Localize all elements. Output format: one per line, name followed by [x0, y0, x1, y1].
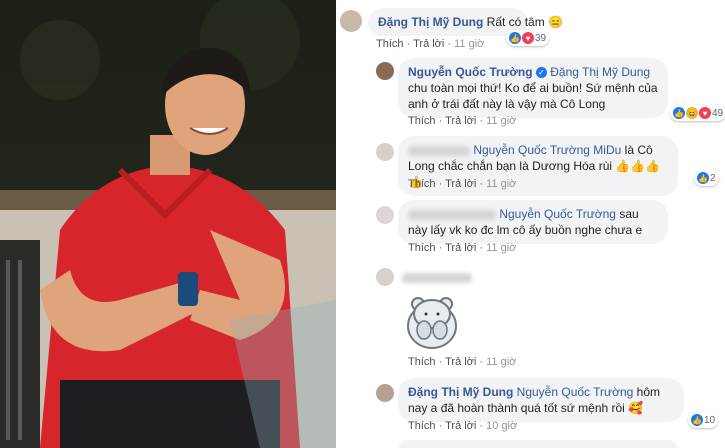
comment-actions: Thích · Trả lời · 10 giờ: [408, 420, 518, 432]
avatar[interactable]: [376, 143, 394, 161]
timestamp[interactable]: 11 giờ: [454, 38, 484, 50]
comment-thread: Đặng Thị Mỹ Dung Rất có tâm 😑 👍 ♥ 39 Thí…: [338, 0, 725, 448]
comment-actions: Thích · Trả lời · 11 giờ: [408, 178, 517, 190]
comment-actions: Thích · Trả lời · 11 giờ: [376, 38, 485, 50]
timestamp[interactable]: 11 giờ: [486, 115, 516, 127]
like-icon: 👍: [509, 32, 521, 44]
reaction-count: 10: [704, 414, 716, 426]
like-button[interactable]: Thích: [408, 420, 436, 432]
comment-actions: Thích · Trả lời · 11 giờ: [408, 115, 517, 127]
profile-photo: [0, 0, 336, 448]
love-icon: ♥: [522, 32, 534, 44]
timestamp[interactable]: 11 giờ: [486, 356, 516, 368]
comment-bubble: Đặng Thị Mỹ Dung Nguyễn Quốc Trường hôm …: [398, 378, 684, 422]
comment-actions: Thích · Trả lời · 11 giờ: [408, 356, 517, 368]
like-button[interactable]: Thích: [408, 242, 436, 254]
comment-text: Rất có tâm: [486, 15, 545, 29]
avatar[interactable]: [376, 206, 394, 224]
mention-link[interactable]: Đặng Thị Mỹ Dung: [550, 65, 650, 79]
like-icon: 👍: [697, 172, 709, 184]
mention-link[interactable]: Nguyễn Quốc Trường: [499, 207, 616, 221]
comment-bubble: [398, 440, 678, 448]
comment-bubble: Nguyễn Quốc Trường sau này lấy vk ko đc …: [398, 200, 668, 244]
bear-sticker: [400, 288, 464, 352]
comment-author[interactable]: Đặng Thị Mỹ Dung: [378, 15, 483, 29]
emoji: 🥰: [628, 401, 644, 415]
comment-author[interactable]: Đặng Thị Mỹ Dung: [408, 385, 513, 399]
reply-button[interactable]: Trả lời: [413, 38, 444, 50]
avatar[interactable]: [376, 62, 394, 80]
like-button[interactable]: Thích: [408, 356, 436, 368]
like-icon: 👍: [691, 414, 703, 426]
reply-button[interactable]: Trả lời: [445, 242, 476, 254]
reaction-summary[interactable]: 👍 10: [688, 412, 719, 428]
reaction-summary[interactable]: 👍 😆 ♥ 49: [670, 105, 725, 121]
reaction-count: 2: [710, 172, 716, 184]
bear-sticker-icon: [407, 297, 457, 349]
emoji: 😑: [548, 15, 563, 29]
timestamp[interactable]: 10 giờ: [486, 420, 517, 432]
hidden-author-name: [408, 209, 496, 220]
avatar[interactable]: [340, 10, 362, 32]
comment-actions: Thích · Trả lời · 11 giờ: [408, 242, 517, 254]
avatar[interactable]: [376, 384, 394, 402]
reply-button[interactable]: Trả lời: [445, 178, 476, 190]
love-icon: ♥: [699, 107, 711, 119]
man-in-red-polo-photo: [0, 0, 336, 448]
haha-icon: 😆: [686, 107, 698, 119]
mention-link[interactable]: Nguyễn Quốc Trường MiDu: [473, 143, 621, 157]
hidden-author-name: [408, 145, 470, 156]
like-button[interactable]: Thích: [408, 178, 436, 190]
like-button[interactable]: Thích: [376, 38, 404, 50]
comment-bubble: Đặng Thị Mỹ Dung Rất có tâm 😑: [368, 8, 563, 36]
timestamp[interactable]: 11 giờ: [486, 242, 516, 254]
reaction-count: 49: [712, 107, 724, 119]
reply-button[interactable]: Trả lời: [445, 420, 476, 432]
reply-button[interactable]: Trả lời: [445, 115, 476, 127]
verified-badge-icon: ✓: [535, 67, 547, 79]
comment-author[interactable]: Nguyễn Quốc Trường: [408, 65, 533, 79]
reaction-summary[interactable]: 👍 2: [694, 170, 719, 186]
reply-button[interactable]: Trả lời: [445, 356, 476, 368]
reaction-count: 39: [535, 32, 547, 44]
like-icon: 👍: [673, 107, 685, 119]
like-button[interactable]: Thích: [408, 115, 436, 127]
avatar[interactable]: [376, 268, 394, 286]
timestamp[interactable]: 11 giờ: [486, 178, 516, 190]
reaction-summary[interactable]: 👍 ♥ 39: [506, 30, 550, 46]
comment-bubble: Nguyễn Quốc Trường ✓ Đặng Thị Mỹ Dung ch…: [398, 58, 668, 118]
hidden-author-name: [402, 273, 472, 283]
comment-text: chu toàn mọi thứ! Ko để ai buồn! Sứ mệnh…: [408, 81, 658, 111]
mention-link[interactable]: Nguyễn Quốc Trường: [517, 385, 634, 399]
